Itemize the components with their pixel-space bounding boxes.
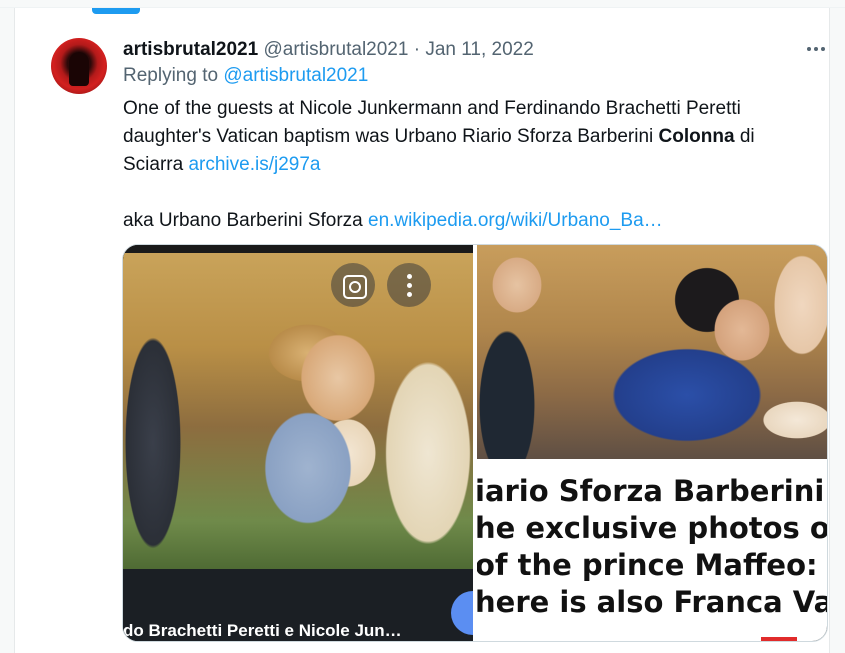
separator-dot: ·	[413, 39, 421, 60]
tweet-text-line: Sciarra archive.is/j297a	[123, 151, 823, 179]
avatar-figure	[69, 52, 89, 86]
tweet-text-segment: di	[734, 126, 755, 147]
display-name[interactable]: artisbrutal2021	[123, 39, 258, 60]
baptism-photo[interactable]: do Brachetti Peretti e Nicole Jun…	[123, 245, 473, 641]
tweet-text-segment: aka Urbano Barberini Sforza	[123, 210, 369, 231]
avatar[interactable]	[51, 38, 107, 94]
wikipedia-link[interactable]: en.wikipedia.org/wiki/Urbano_Ba…	[368, 210, 663, 231]
replying-to-label: Replying to	[123, 65, 224, 86]
archive-link[interactable]: archive.is/j297a	[188, 154, 320, 175]
tweet-header: artisbrutal2021 @artisbrutal2021 · Jan 1…	[123, 39, 823, 63]
article-screenshot[interactable]: iario Sforza Barberini Colo he exclusive…	[477, 245, 828, 641]
timeline-column: artisbrutal2021 @artisbrutal2021 · Jan 1…	[14, 8, 830, 653]
replying-to-handle-link[interactable]: @artisbrutal2021	[223, 65, 368, 86]
headline-line: iario Sforza Barberini Colo	[477, 474, 827, 508]
tweet-text-line: aka Urbano Barberini Sforza en.wikipedia…	[123, 207, 823, 235]
article-headline: iario Sforza Barberini Colo he exclusive…	[477, 473, 828, 621]
more-horizontal-icon[interactable]	[805, 38, 827, 60]
tweet-date[interactable]: Jan 11, 2022	[425, 39, 533, 60]
tweet-text-segment: daughter's Vatican baptism was Urbano Ri…	[123, 126, 659, 147]
tweet-text-segment: Sciarra	[123, 154, 189, 175]
headline-line: here is also Franca Valeri	[477, 585, 827, 619]
tweet-text-line: daughter's Vatican baptism was Urbano Ri…	[123, 123, 823, 151]
user-handle[interactable]: @artisbrutal2021	[263, 39, 408, 60]
google-lens-icon[interactable]	[331, 263, 375, 307]
replying-to: Replying to @artisbrutal2021	[123, 65, 368, 87]
more-vertical-icon[interactable]	[387, 263, 431, 307]
headline-line: of the prince Maffeo: para	[477, 548, 827, 582]
article-photo	[477, 245, 827, 459]
media-grid: do Brachetti Peretti e Nicole Jun… iario…	[122, 244, 828, 642]
tweet-text-line: One of the guests at Nicole Junkermann a…	[123, 98, 741, 119]
red-tag	[761, 637, 797, 641]
bold-keyword: Colonna	[658, 126, 735, 147]
tweet-text: One of the guests at Nicole Junkermann a…	[123, 95, 823, 235]
photo-caption: do Brachetti Peretti e Nicole Jun…	[123, 621, 402, 640]
active-tab-indicator	[92, 8, 140, 14]
headline-line: he exclusive photos of the	[477, 511, 828, 545]
